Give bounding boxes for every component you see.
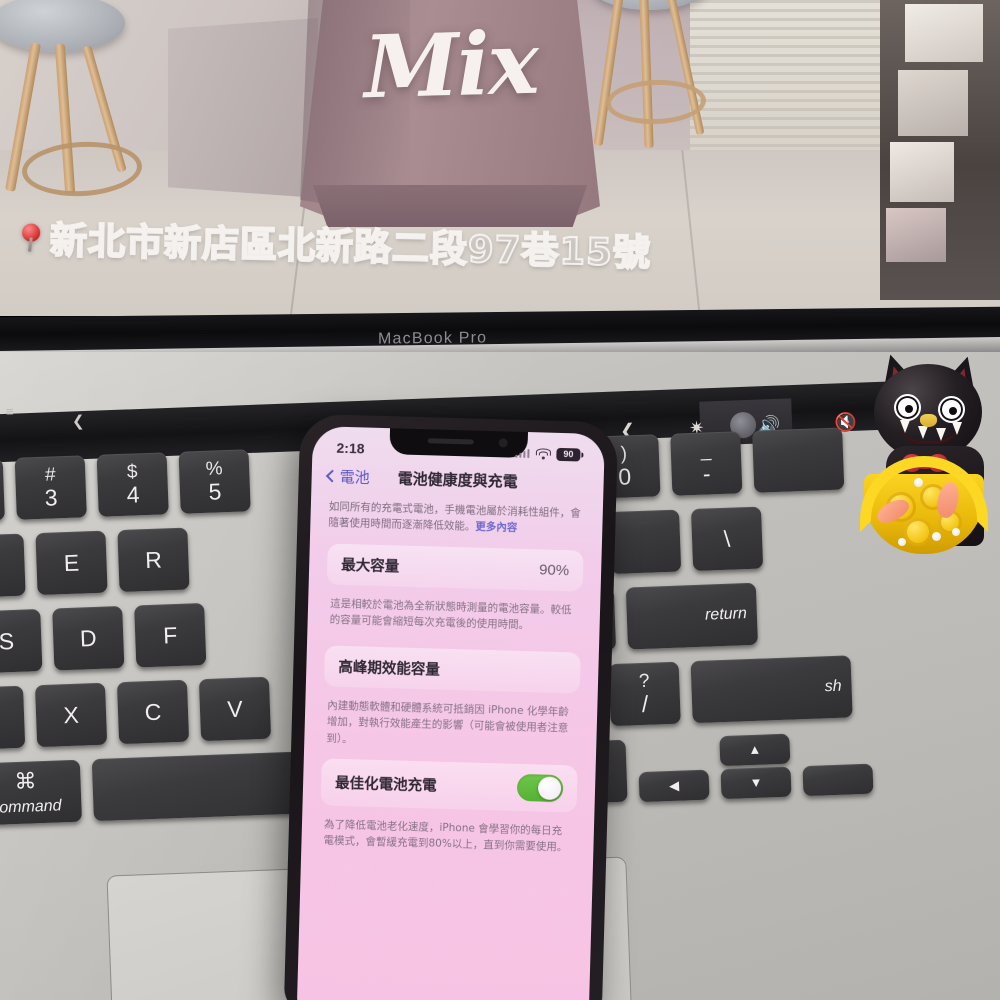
intro-paragraph: 如同所有的充電式電池，手機電池屬於消耗性組件，會隨著使用時間而逐漸降低效能。更多…: [328, 499, 585, 539]
more-link[interactable]: 更多內容: [475, 521, 517, 534]
clay-pearl: [932, 532, 941, 541]
key-bracket-left[interactable]: [609, 509, 682, 575]
key-arrow-right[interactable]: [802, 763, 874, 797]
key-x[interactable]: X: [34, 682, 108, 748]
store-poster: [890, 142, 954, 202]
row-description: 這是相較於電池為全新狀態時測量的電池容量。較低的容量可能會縮短每次充電後的使用時…: [329, 597, 572, 631]
key-arrow-left[interactable]: ◀: [638, 769, 710, 803]
key-return[interactable]: return: [625, 582, 758, 650]
cat-fang-icon: [900, 420, 910, 433]
key-w[interactable]: W: [0, 533, 26, 599]
key-backslash[interactable]: \: [690, 506, 764, 572]
row-description: 內建動態軟體和硬體系統可抵銷因 iPhone 化學年齡增加，對執行效能產生的影響…: [326, 699, 569, 745]
row-title: 最大容量: [340, 557, 400, 576]
store-poster: [898, 70, 968, 136]
clay-pearl: [898, 538, 906, 546]
key-c[interactable]: C: [116, 679, 190, 745]
row-value: 90%: [538, 560, 570, 579]
key-4[interactable]: $4: [96, 452, 169, 517]
store-cabinet: [168, 18, 318, 198]
basket-handle: [860, 456, 988, 532]
cat-fang-icon: [918, 426, 928, 439]
key-e[interactable]: E: [35, 530, 108, 596]
cat-fang-icon: [936, 428, 946, 441]
row-title: 高峰期效能容量: [338, 659, 441, 679]
key-3[interactable]: #3: [14, 455, 87, 520]
key-arrow-down[interactable]: ▼: [720, 766, 792, 800]
key-minus[interactable]: _ -: [670, 431, 743, 496]
key-5[interactable]: % 5: [178, 449, 251, 514]
key-equals[interactable]: [752, 427, 845, 493]
store-poster: [886, 208, 946, 262]
key-shift-right[interactable]: sh: [690, 655, 853, 724]
cellular-signal-icon: [514, 448, 530, 458]
wifi-icon: [535, 447, 551, 460]
status-time: 2:18: [336, 439, 365, 457]
cat-eye-icon: [894, 394, 921, 421]
key-z[interactable]: Z: [0, 685, 26, 751]
cat-fang-icon: [952, 422, 962, 435]
toggle-knob: [537, 776, 562, 800]
arrow-left-icon: ◀: [668, 777, 680, 794]
display-photo: Mix 新北市新店區北新路二段97巷15號: [0, 0, 1000, 316]
map-pin-icon: [21, 223, 41, 252]
key-s[interactable]: S: [0, 609, 43, 674]
key-f[interactable]: F: [134, 602, 207, 668]
row-title: 最佳化電池充電: [334, 775, 437, 795]
key-2[interactable]: @2: [0, 458, 5, 523]
key-v[interactable]: V: [198, 676, 272, 742]
macbook-display: Mix 新北市新店區北新路二段97巷15號: [0, 0, 1000, 316]
clay-basket: [858, 456, 992, 558]
iphone: 2:18 90 電池健康度與充電 電池 如同所有的充電式電池，手機電池屬於消耗性…: [283, 413, 619, 1000]
key-command-left[interactable]: ⌘ command: [0, 759, 83, 826]
chevron-left-icon: [325, 469, 339, 482]
cat-figurine: [858, 358, 1000, 558]
key-arrow-up[interactable]: ▲: [719, 733, 791, 767]
iphone-screen[interactable]: 2:18 90 電池健康度與充電 電池 如同所有的充電式電池，手機電池屬於消耗性…: [296, 426, 605, 1000]
photo-scene: Mix 新北市新店區北新路二段97巷15號 MacBook Pro ≡ ❮ ❮ …: [0, 0, 1000, 1000]
cat-nose-icon: [920, 414, 937, 427]
arrow-down-icon: ▼: [749, 774, 763, 791]
row-description: 為了降低電池老化速度，iPhone 會學習你的每日充電模式，會暫緩充電到80%以…: [323, 818, 568, 854]
command-glyph-icon: ⌘: [14, 768, 37, 795]
back-button-label: 電池: [339, 468, 370, 487]
chevron-left-icon[interactable]: ❮: [72, 412, 85, 430]
key-d[interactable]: D: [52, 606, 125, 671]
control-strip-icon[interactable]: ≡: [6, 404, 16, 419]
arrow-up-icon: ▲: [748, 741, 762, 758]
store-poster: [905, 4, 983, 62]
row-peak-performance-capability[interactable]: 高峰期效能容量: [323, 645, 581, 694]
store-wall-right: [690, 0, 890, 175]
intro-text: 如同所有的充電式電池，手機電池屬於消耗性組件，會隨著使用時間而逐漸降低效能。: [328, 500, 581, 533]
store-logo-text: Mix: [362, 12, 539, 118]
row-maximum-capacity[interactable]: 最大容量 90%: [326, 543, 584, 592]
optimized-charging-toggle[interactable]: [516, 773, 564, 803]
back-button[interactable]: 電池: [325, 465, 370, 487]
cat-eye-icon: [938, 396, 965, 423]
key-slash[interactable]: ? /: [608, 661, 681, 727]
key-r[interactable]: R: [117, 527, 190, 593]
battery-indicator: 90: [556, 447, 581, 462]
settings-content: 如同所有的充電式電池，手機電池屬於消耗性組件，會隨著使用時間而逐漸降低效能。更多…: [301, 498, 603, 874]
